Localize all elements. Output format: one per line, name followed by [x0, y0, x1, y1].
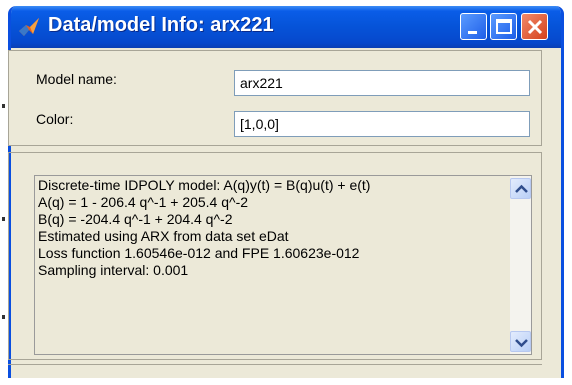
title-bar[interactable]: Data/model Info: arx221	[11, 6, 561, 48]
color-label: Color:	[36, 111, 74, 127]
info-line: B(q) = -204.4 q^-1 + 204.4 q^-2	[38, 211, 233, 227]
edge-mark	[2, 315, 5, 319]
minimize-icon	[468, 31, 477, 34]
model-name-label: Model name:	[36, 71, 117, 87]
info-line: Estimated using ARX from data set eDat	[38, 228, 289, 244]
scroll-down-button[interactable]	[510, 331, 531, 352]
vertical-scrollbar[interactable]	[510, 176, 531, 354]
info-line: Discrete-time IDPOLY model: A(q)y(t) = B…	[38, 177, 371, 193]
matlab-icon	[19, 18, 39, 36]
bottom-panel-edge	[8, 364, 542, 385]
model-info-text: Discrete-time IDPOLY model: A(q)y(t) = B…	[38, 177, 498, 279]
scroll-up-button[interactable]	[510, 178, 531, 199]
info-line: Loss function 1.60546e-012 and FPE 1.606…	[38, 245, 360, 261]
scroll-down-arrow-icon	[515, 339, 528, 348]
maximize-button[interactable]	[490, 13, 517, 40]
info-line: Sampling interval: 0.001	[38, 262, 189, 278]
edge-mark	[2, 217, 5, 221]
minimize-button[interactable]	[460, 13, 487, 40]
close-button[interactable]	[521, 13, 548, 40]
close-icon	[527, 19, 543, 35]
scroll-up-arrow-icon	[515, 184, 528, 193]
model-name-field[interactable]	[234, 70, 530, 96]
color-field[interactable]	[234, 111, 530, 137]
window-title: Data/model Info: arx221	[48, 14, 274, 36]
edge-mark	[2, 104, 5, 108]
maximize-icon	[496, 19, 512, 34]
info-line: A(q) = 1 - 206.4 q^-1 + 205.4 q^-2	[38, 194, 249, 210]
